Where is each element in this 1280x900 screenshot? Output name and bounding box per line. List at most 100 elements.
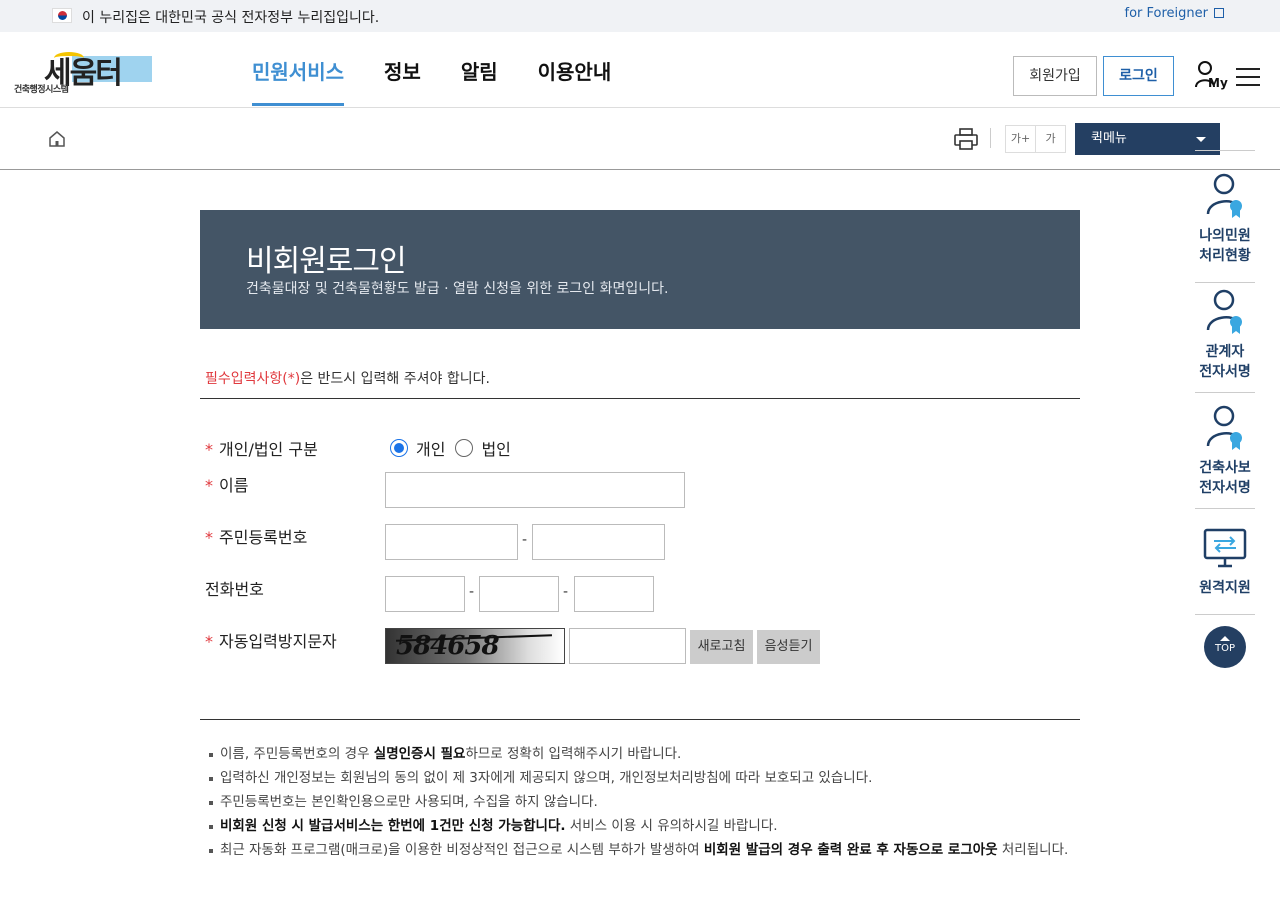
required-note-highlight: 필수입력사항(*): [205, 371, 301, 387]
side-item-label: 건축사보: [1199, 460, 1251, 476]
my-label: My: [1208, 76, 1228, 90]
notice-item: 입력하신 개인정보는 회원님의 동의 없이 제 3자에게 제공되지 않으며, 개…: [208, 766, 1078, 790]
side-related-signature[interactable]: 관계자 전자서명: [1195, 286, 1255, 382]
form-bottom-divider: [200, 719, 1080, 720]
type-label: 개인/법인 구분: [219, 440, 318, 459]
side-divider: [1195, 508, 1255, 509]
toolbar-separator: [990, 128, 991, 148]
quick-menu-label: 퀵메뉴: [1091, 131, 1127, 146]
side-divider: [1195, 282, 1255, 283]
hamburger-menu-icon[interactable]: [1236, 68, 1260, 88]
side-divider: [1195, 614, 1255, 615]
page-title: 비회원로그인: [246, 244, 407, 279]
captcha-input[interactable]: [569, 628, 686, 664]
font-size-controls: 가+ 가: [1005, 125, 1066, 153]
arrow-up-icon: [1220, 636, 1230, 641]
form-top-divider: [200, 398, 1080, 399]
rrn-dash: -: [522, 532, 528, 548]
type-radio-group: 개인 법인: [390, 436, 521, 460]
captcha-image: 584658: [385, 628, 565, 664]
rrn-row-label: * 주민등록번호: [205, 524, 307, 548]
page-subtitle: 건축물대장 및 건축물현황도 발급 · 열람 신청을 위한 로그인 화면입니다.: [246, 281, 669, 297]
sub-toolbar: 가+ 가 퀵메뉴: [0, 108, 1280, 170]
side-item-label: 처리현황: [1199, 248, 1251, 264]
join-button[interactable]: 회원가입: [1013, 56, 1097, 96]
chevron-down-icon: [1196, 137, 1206, 142]
notice-text: 이름, 주민등록번호의 경우: [220, 746, 374, 762]
scroll-top-label: TOP: [1214, 643, 1235, 654]
user-badge-icon: [1206, 405, 1242, 450]
phone-part1-input[interactable]: [385, 576, 465, 612]
notice-text: 최근 자동화 프로그램(매크로)을 이용한 비정상적인 접근으로 시스템 부하가…: [220, 842, 704, 858]
nav-guide[interactable]: 이용안내: [538, 32, 612, 108]
radio-corporate-label[interactable]: 법인: [481, 436, 510, 460]
notice-bold: 비회원 발급의 경우 출력 완료 후 자동으로 로그아웃: [703, 842, 998, 858]
captcha-row-label: * 자동입력방지문자: [205, 628, 337, 652]
captcha-refresh-button[interactable]: 새로고침: [690, 630, 753, 664]
logo-sub-text: 건축행정시스템: [14, 85, 69, 95]
font-increase-button[interactable]: 가+: [1005, 125, 1036, 153]
phone-dash-2: -: [563, 584, 569, 600]
notice-text: 입력하신 개인정보는 회원님의 동의 없이 제 3자에게 제공되지 않으며, 개…: [220, 770, 873, 786]
notice-text: 하므로 정확히 입력해주시기 바랍니다.: [465, 746, 682, 762]
notice-item: 비회원 신청 시 발급서비스는 한번에 1건만 신청 가능합니다. 서비스 이용…: [208, 814, 1078, 838]
external-link-icon: [1214, 8, 1224, 18]
radio-individual[interactable]: [390, 439, 408, 457]
gov-banner-text: 이 누리집은 대한민국 공식 전자정부 누리집입니다.: [82, 10, 380, 26]
captcha-label: 자동입력방지문자: [219, 632, 337, 651]
required-star: *: [205, 476, 213, 495]
side-item-label: 원격지원: [1199, 580, 1251, 596]
for-foreigner-link[interactable]: for Foreigner: [1125, 6, 1224, 21]
name-row-label: * 이름: [205, 472, 248, 496]
user-badge-icon: [1206, 173, 1242, 218]
nav-info[interactable]: 정보: [384, 32, 421, 108]
required-star: *: [205, 528, 213, 547]
phone-label: 전화번호: [205, 580, 264, 599]
type-row-label: * 개인/법인 구분: [205, 436, 318, 460]
my-page-button[interactable]: My: [1194, 60, 1228, 94]
side-divider: [1195, 392, 1255, 393]
notice-text: 서비스 이용 시 유의하시길 바랍니다.: [565, 818, 778, 834]
notice-bold: 실명인증시 필요: [373, 746, 466, 762]
korea-flag-icon: [52, 8, 72, 23]
rrn-front-input[interactable]: [385, 524, 518, 560]
side-item-label: 전자서명: [1199, 480, 1251, 496]
phone-part2-input[interactable]: [479, 576, 559, 612]
phone-dash-1: -: [469, 584, 475, 600]
site-header: 세움터 건축행정시스템 민원서비스 정보 알림 이용안내 회원가입 로그인 My: [0, 32, 1280, 108]
name-input[interactable]: [385, 472, 685, 508]
print-icon[interactable]: [954, 128, 978, 150]
notice-text: 주민등록번호는 본인확인용으로만 사용되며, 수집을 하지 않습니다.: [220, 794, 598, 810]
gov-banner: 이 누리집은 대한민국 공식 전자정부 누리집입니다. for Foreigne…: [0, 0, 1280, 32]
rrn-back-input[interactable]: [532, 524, 665, 560]
name-label: 이름: [219, 476, 249, 495]
nav-civil-service[interactable]: 민원서비스: [252, 32, 344, 108]
required-star: *: [205, 440, 213, 459]
notice-item: 최근 자동화 프로그램(매크로)을 이용한 비정상적인 접근으로 시스템 부하가…: [208, 838, 1078, 862]
home-icon[interactable]: [48, 130, 66, 148]
quick-menu-divider: [1195, 150, 1255, 151]
side-item-label: 나의민원: [1199, 228, 1251, 244]
captcha-audio-button[interactable]: 음성듣기: [757, 630, 820, 664]
notice-bold: 비회원 신청 시 발급서비스는 한번에 1건만 신청 가능합니다.: [220, 818, 566, 834]
scroll-top-button[interactable]: TOP: [1204, 626, 1246, 668]
side-architect-signature[interactable]: 건축사보 전자서명: [1195, 402, 1255, 498]
radio-corporate[interactable]: [455, 439, 474, 457]
required-note: 필수입력사항(*)은 반드시 입력해 주셔야 합니다.: [205, 368, 490, 388]
main-nav: 민원서비스 정보 알림 이용안내: [252, 32, 651, 108]
side-my-civil-status[interactable]: 나의민원 처리현황: [1195, 170, 1255, 266]
login-button[interactable]: 로그인: [1103, 56, 1174, 96]
radio-individual-label[interactable]: 개인: [416, 436, 445, 460]
nav-notice[interactable]: 알림: [461, 32, 498, 108]
required-note-text: 은 반드시 입력해 주셔야 합니다.: [300, 371, 490, 387]
captcha-text: 584658: [396, 631, 500, 661]
notice-text: 처리됩니다.: [997, 842, 1069, 858]
font-decrease-button[interactable]: 가: [1035, 125, 1066, 153]
for-foreigner-label: for Foreigner: [1124, 6, 1208, 21]
side-remote-support[interactable]: 원격지원: [1195, 526, 1255, 598]
required-star: *: [205, 632, 213, 651]
phone-part3-input[interactable]: [574, 576, 654, 612]
site-logo[interactable]: 세움터 건축행정시스템: [14, 50, 154, 95]
monitor-exchange-icon: [1203, 528, 1247, 568]
side-item-label: 전자서명: [1199, 364, 1251, 380]
